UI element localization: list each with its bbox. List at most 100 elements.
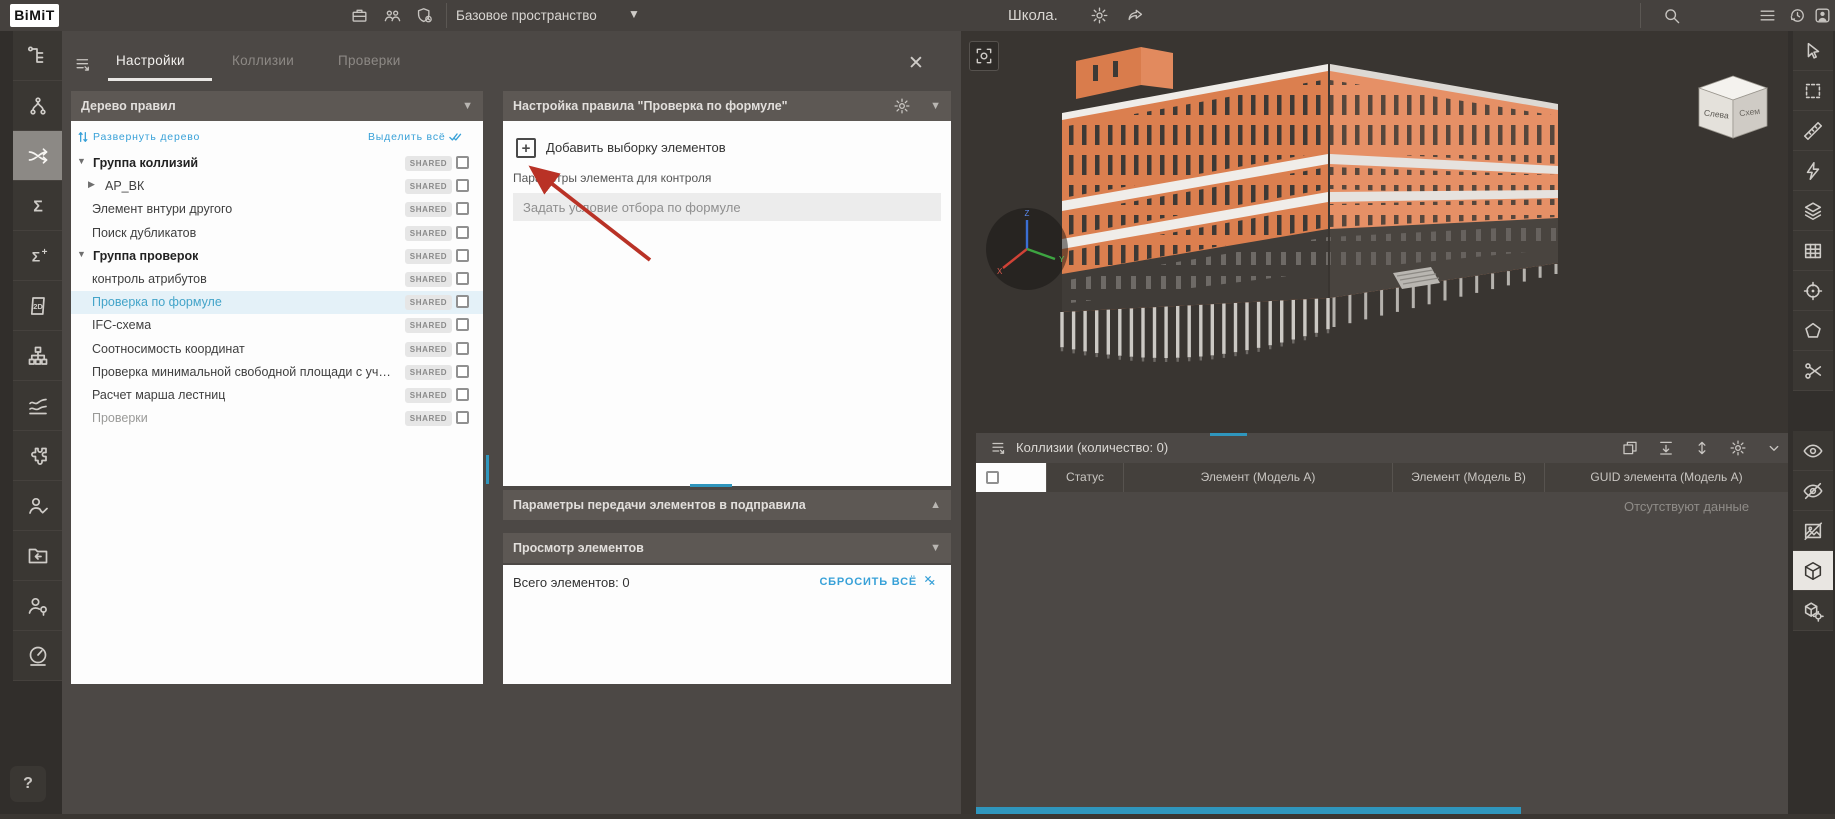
panel-resize-handle[interactable] [690, 484, 732, 487]
right-tool-grid-icon[interactable] [1793, 231, 1833, 271]
tree-item-checkbox[interactable] [456, 179, 469, 192]
transfer-params-header[interactable]: Параметры передачи элементов в подправил… [503, 490, 951, 520]
axis-gizmo[interactable]: Z X Y [986, 208, 1068, 290]
list-icon[interactable] [1758, 6, 1777, 25]
select-all-checkbox[interactable] [986, 471, 999, 484]
column-header[interactable]: GUID элемента (Модель A) [1544, 463, 1788, 492]
left-tool-shuffle-icon[interactable] [13, 131, 62, 181]
tree-item[interactable]: ПроверкиSHARED [71, 407, 483, 430]
formula-condition-input[interactable] [513, 193, 941, 221]
left-tool-doc-2d-icon[interactable]: 2D [13, 281, 62, 331]
import-icon[interactable] [1657, 439, 1675, 457]
share-icon[interactable] [1126, 6, 1145, 25]
tab-checks[interactable]: Проверки [338, 53, 401, 77]
right-tool-cursor-icon[interactable] [1793, 31, 1833, 71]
left-tool-trend-lines-icon[interactable] [13, 381, 62, 431]
search-icon[interactable] [1662, 6, 1681, 25]
chevron-up-icon[interactable]: ▲ [930, 490, 941, 521]
close-icon[interactable]: ✕ [905, 53, 927, 75]
app-logo[interactable]: BiMiT [10, 4, 59, 27]
left-tool-user-pin-icon[interactable] [13, 581, 62, 631]
expand-tree-link[interactable]: Развернуть дерево [93, 131, 200, 143]
scrollbar[interactable] [486, 455, 489, 484]
left-tool-puzzle-icon[interactable] [13, 431, 62, 481]
view-elements-header[interactable]: Просмотр элементов ▼ [503, 533, 951, 563]
left-tool-user-check-icon[interactable] [13, 481, 62, 531]
left-tool-model-tree-icon[interactable] [13, 31, 62, 81]
tree-item-checkbox[interactable] [456, 272, 469, 285]
right-tool-eye-icon[interactable] [1793, 431, 1833, 471]
tab-settings[interactable]: Настройки [116, 53, 185, 77]
left-tool-org-chart-icon[interactable] [13, 331, 62, 381]
right-tool-lightning-icon[interactable] [1793, 151, 1833, 191]
right-tool-section-cut-icon[interactable] [1793, 351, 1833, 391]
tree-item[interactable]: контроль атрибутовSHARED [71, 268, 483, 291]
left-tool-gauge-icon[interactable] [13, 631, 62, 681]
profile-icon[interactable] [1813, 6, 1832, 25]
left-tool-sigma-icon[interactable]: Σ [13, 181, 62, 231]
view-cube[interactable]: Слева Схем [1699, 76, 1767, 138]
column-header[interactable]: Статус [1046, 463, 1123, 492]
left-tool-sigma-plus-icon[interactable]: Σ+ [13, 231, 62, 281]
tree-item-checkbox[interactable] [456, 202, 469, 215]
chevron-down-icon[interactable]: ▼ [628, 0, 640, 31]
gear-icon[interactable] [1090, 6, 1109, 25]
tree-item[interactable]: Поиск дубликатовSHARED [71, 222, 483, 245]
rule-panel-header[interactable]: Настройка правила "Проверка по формуле" … [503, 91, 951, 121]
tree-item[interactable]: IFC-схемаSHARED [71, 314, 483, 337]
chevron-down-icon[interactable]: ▼ [462, 91, 473, 121]
tab-collisions[interactable]: Коллизии [232, 53, 294, 77]
menu-collapse-icon[interactable] [74, 55, 93, 74]
briefcase-icon[interactable] [350, 6, 369, 25]
tree-item-checkbox[interactable] [456, 365, 469, 378]
tree-item[interactable]: Проверка минимальной свободной площади с… [71, 361, 483, 384]
tree-item-checkbox[interactable] [456, 226, 469, 239]
caret-down-icon[interactable]: ▼ [77, 156, 86, 166]
tree-item-checkbox[interactable] [456, 249, 469, 262]
help-button[interactable]: ? [10, 766, 46, 802]
select-all-cell[interactable] [976, 463, 1046, 492]
tree-item[interactable]: Расчет марша лестницSHARED [71, 384, 483, 407]
align-icon[interactable] [1693, 439, 1711, 457]
right-tool-cube-icon[interactable] [1793, 551, 1833, 591]
tree-panel-header[interactable]: Дерево правил ▼ [71, 91, 483, 121]
right-tool-target-icon[interactable] [1793, 271, 1833, 311]
caret-down-icon[interactable]: ▼ [77, 249, 86, 259]
tree-item[interactable]: ▼Группа проверокSHARED [71, 245, 483, 268]
right-tool-eye-off-icon[interactable] [1793, 471, 1833, 511]
tree-item-checkbox[interactable] [456, 342, 469, 355]
workspace-selector[interactable]: Базовое пространство [456, 0, 597, 31]
chevron-down-icon[interactable] [1765, 439, 1783, 457]
compare-icon[interactable] [1621, 439, 1639, 457]
left-tool-branch-icon[interactable] [13, 81, 62, 131]
viewport-camera-button[interactable] [969, 41, 999, 71]
tree-item-checkbox[interactable] [456, 156, 469, 169]
tree-item-checkbox[interactable] [456, 411, 469, 424]
right-tool-polygon-icon[interactable] [1793, 311, 1833, 351]
left-tool-folder-export-icon[interactable] [13, 531, 62, 581]
tree-item[interactable]: ▼Группа коллизийSHARED [71, 152, 483, 175]
swap-vertical-icon[interactable] [76, 130, 90, 144]
tree-item-checkbox[interactable] [456, 295, 469, 308]
menu-collapse-icon[interactable] [990, 439, 1008, 457]
horizontal-scrollbar[interactable] [976, 807, 1521, 814]
reset-all-link[interactable]: СБРОСИТЬ ВСЁ [819, 574, 937, 588]
tree-item[interactable]: Проверка по формулеSHARED [71, 291, 483, 314]
column-header[interactable]: Элемент (Модель B) [1392, 463, 1544, 492]
shield-clock-icon[interactable] [415, 6, 434, 25]
chevron-down-icon[interactable]: ▼ [930, 533, 941, 563]
right-tool-ruler-icon[interactable] [1793, 111, 1833, 151]
tree-item[interactable]: ▶АР_ВКSHARED [71, 175, 483, 198]
gear-icon[interactable] [1729, 439, 1747, 457]
gear-icon[interactable] [893, 97, 911, 115]
caret-right-icon[interactable]: ▶ [88, 179, 95, 190]
double-check-icon[interactable] [447, 129, 464, 144]
team-icon[interactable] [383, 6, 402, 25]
tree-item[interactable]: Элемент внтури другогоSHARED [71, 198, 483, 221]
right-tool-cube-gear-icon[interactable] [1793, 591, 1833, 631]
tree-item-checkbox[interactable] [456, 318, 469, 331]
tree-item-checkbox[interactable] [456, 388, 469, 401]
right-tool-image-off-icon[interactable] [1793, 511, 1833, 551]
tree-item[interactable]: Соотносимость координатSHARED [71, 338, 483, 361]
column-header[interactable]: Элемент (Модель A) [1123, 463, 1392, 492]
